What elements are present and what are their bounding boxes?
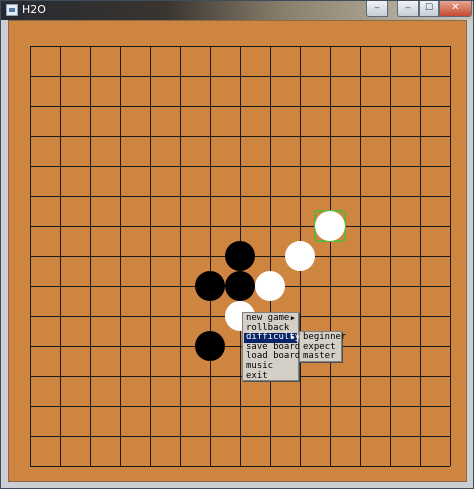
menu-item-label: new game <box>246 313 290 323</box>
grid-line-horizontal <box>30 436 450 437</box>
menu-item-label: load board <box>246 351 301 362</box>
app-icon <box>6 4 18 16</box>
grid-line-vertical <box>420 46 421 466</box>
white-stone <box>255 271 285 301</box>
difficulty-submenu: beginner expect master <box>299 331 346 362</box>
submenu-item-label: beginner <box>303 332 347 342</box>
menu-item-label: exit <box>246 370 268 381</box>
black-stone <box>195 331 225 361</box>
app-window: H2O ‒ ‒ ☐ ✕ new game ▶ rollback difficul… <box>0 0 474 489</box>
grid-line-vertical <box>270 46 271 466</box>
black-stone <box>225 241 255 271</box>
grid-line-vertical <box>390 46 391 466</box>
context-menu: new game ▶ rollback difficulty ▶ save bo… <box>242 312 301 382</box>
grid-line-horizontal <box>30 346 450 347</box>
minimize-ghost-button[interactable]: ‒ <box>366 1 388 17</box>
submenu-item-label: master <box>303 351 336 362</box>
white-stone <box>315 211 345 241</box>
submenu-item-master[interactable]: master <box>301 351 340 362</box>
submenu-arrow-icon: ▶ <box>290 314 295 322</box>
white-stone <box>285 241 315 271</box>
grid-line-horizontal <box>30 406 450 407</box>
black-stone <box>195 271 225 301</box>
grid-line-horizontal <box>30 466 450 467</box>
game-board[interactable] <box>8 20 467 482</box>
minimize-button[interactable]: ‒ <box>397 1 419 17</box>
menu-item-label: music <box>246 360 274 371</box>
grid-line-vertical <box>450 46 451 466</box>
close-button[interactable]: ✕ <box>439 1 472 17</box>
submenu-item-label: expect <box>303 341 336 352</box>
grid-line-horizontal <box>30 376 450 377</box>
window-title: H2O <box>22 3 46 16</box>
menu-item-label: save board <box>246 341 301 352</box>
grid-line-vertical <box>360 46 361 466</box>
maximize-button[interactable]: ☐ <box>419 1 439 17</box>
menu-item-label: rollback <box>246 322 290 333</box>
title-bar[interactable]: H2O ‒ ‒ ☐ ✕ <box>1 1 473 20</box>
menu-item-exit[interactable]: exit <box>244 370 297 382</box>
grid-line-vertical <box>330 46 331 466</box>
black-stone <box>225 271 255 301</box>
